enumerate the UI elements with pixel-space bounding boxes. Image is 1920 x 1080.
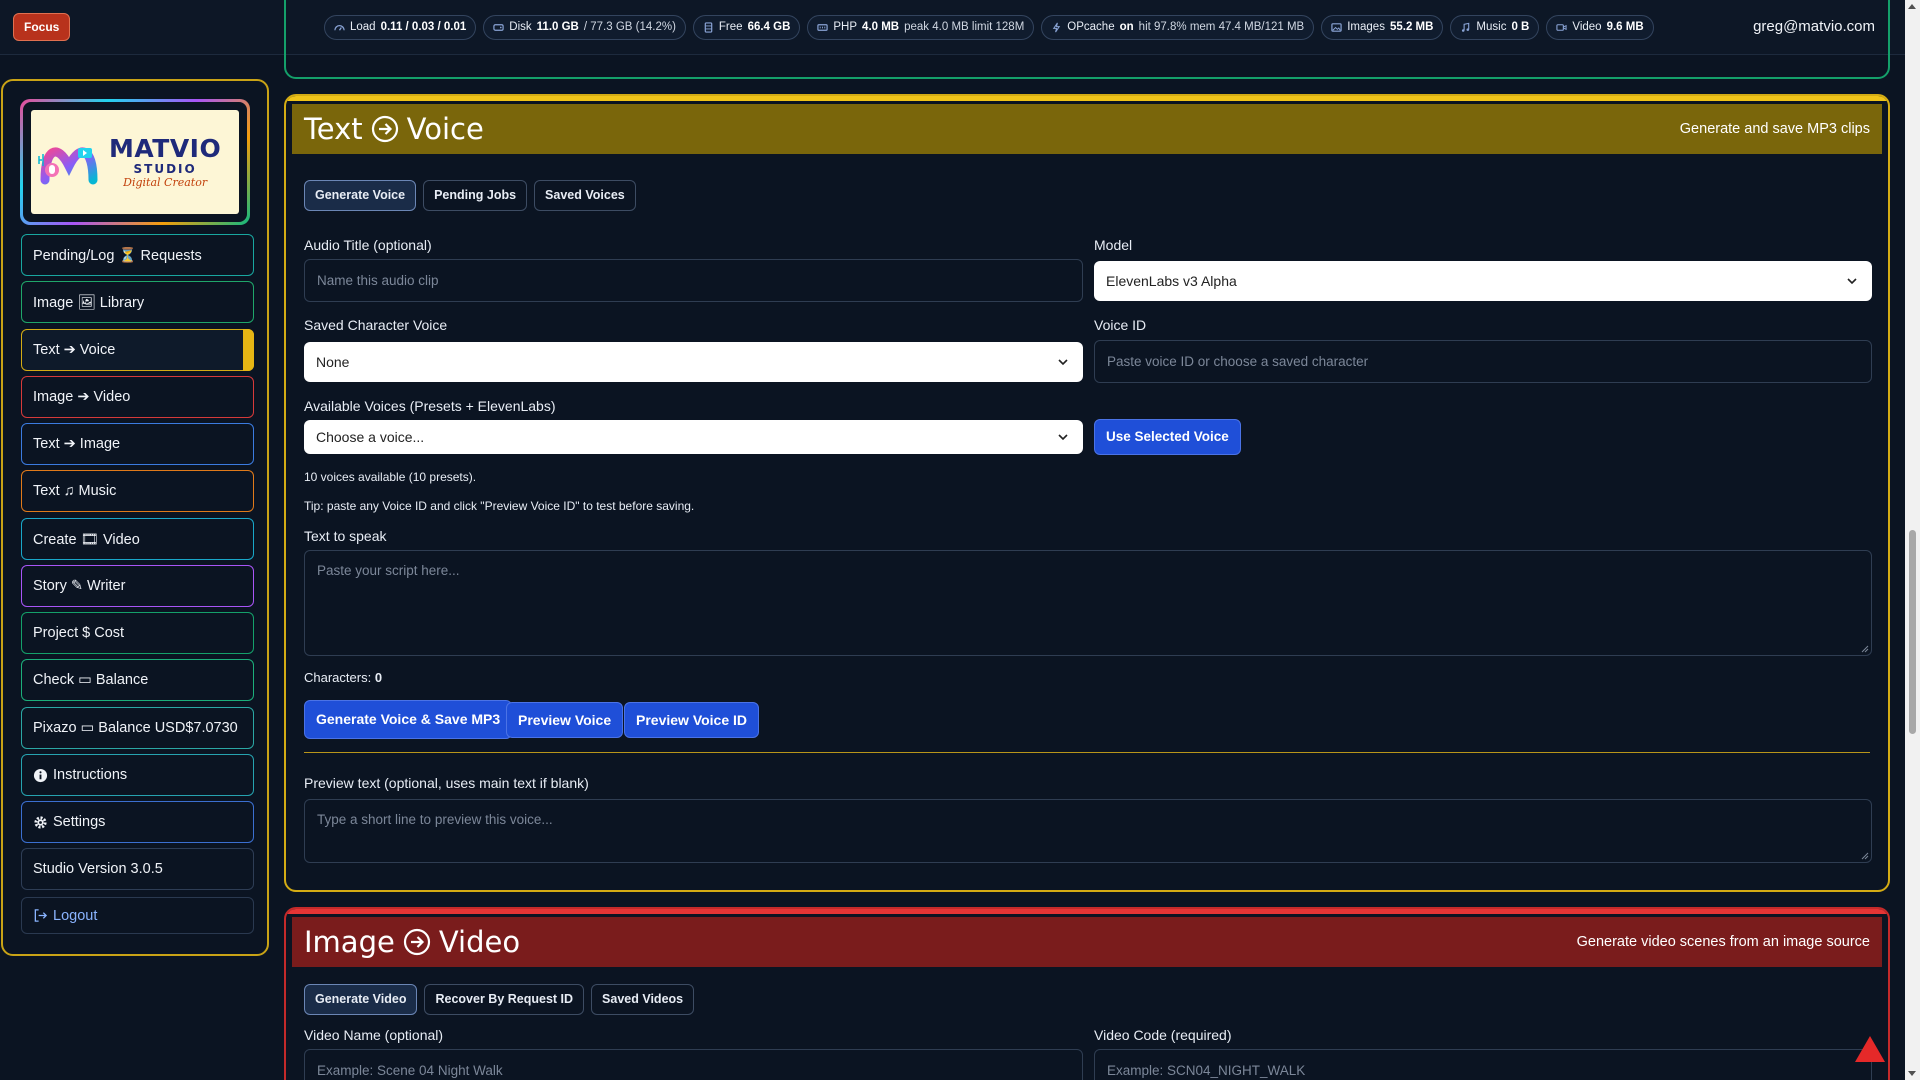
saved-character-select[interactable]: None [304,342,1083,382]
focus-button[interactable]: Focus [13,13,71,41]
sidebar-item-label: Pending/Log ⏳ Requests [33,247,202,264]
characters-counter: Characters: 0 [304,670,383,685]
text-voice-tabs: Generate Voice Pending Jobs Saved Voices [304,180,636,211]
sidebar-item-pixazo-balance[interactable]: Pixazo ▭ Balance USD$7.0730 [21,707,254,749]
text-to-speak-input[interactable]: Paste your script here... [304,550,1872,656]
page-scrollbar[interactable] [1905,0,1920,1080]
studio-logo[interactable]: MATVIO STUDIO Digital Creator [20,99,250,225]
logout-icon [34,909,48,922]
preview-text-label: Preview text (optional, uses main text i… [304,775,589,791]
logo-tagline: Digital Creator [123,175,208,189]
sidebar-item-label: Text ➔ Image [33,436,121,452]
image-video-header: Image Video Generate video scenes from a… [292,917,1882,967]
resize-handle-icon[interactable] [1861,645,1869,653]
studio-logo-mark [38,147,98,185]
sidebar-item-pending-log[interactable]: Pending/Log ⏳ Requests [21,234,254,276]
sidebar-item-label: Pixazo ▭ Balance USD$7.0730 [33,720,238,736]
text-to-speak-label: Text to speak [304,528,387,544]
image-video-tabs: Generate Video Recover By Request ID Sav… [304,984,695,1015]
sidebar-item-image-video[interactable]: Image ➔ Video [21,376,254,418]
tab-recover-by-request-id[interactable]: Recover By Request ID [424,984,585,1015]
sidebar-item-label: Studio Version 3.0.5 [33,861,163,877]
sidebar-item-text-music[interactable]: Text ♫ Music [21,470,254,512]
gear-icon [34,815,47,829]
sidebar-item-label: Settings [53,814,106,830]
tab-saved-videos[interactable]: Saved Videos [591,984,695,1015]
video-name-label: Video Name (optional) [304,1027,444,1043]
sidebar-item-label: Instructions [53,767,128,783]
logo-subtitle: STUDIO [133,161,197,176]
sidebar-item-label: Text ♫ Music [33,483,117,499]
model-label: Model [1094,237,1133,253]
chevron-down-icon [1058,359,1068,366]
scroll-up-icon[interactable] [1908,4,1916,9]
video-code-label: Video Code (required) [1094,1027,1232,1043]
panel-subtitle: Generate and save MP3 clips [1679,121,1870,137]
sidebar-item-story-writer[interactable]: Story ✎ Writer [21,565,254,607]
use-selected-voice-button[interactable]: Use Selected Voice [1094,419,1241,455]
sidebar-item-check-balance[interactable]: Check ▭ Balance [21,659,254,701]
model-select[interactable]: ElevenLabs v3 Alpha [1094,261,1872,301]
sidebar-item-label: Check ▭ Balance [33,672,149,688]
arrow-right-circle-icon [403,928,430,956]
sidebar-item-logout[interactable]: Logout [21,897,254,934]
audio-title-label: Audio Title (optional) [304,237,432,253]
available-voices-select[interactable]: Choose a voice... [304,420,1083,454]
sidebar-item-create-video[interactable]: Create 🎞 Video [21,518,254,560]
voice-id-tip: Tip: paste any Voice ID and click "Previ… [304,499,695,513]
text-voice-header: Text Voice Generate and save MP3 clips [292,104,1882,154]
tab-saved-voices[interactable]: Saved Voices [534,180,636,211]
arrow-right-circle-icon [371,115,398,143]
tab-generate-voice[interactable]: Generate Voice [304,180,417,211]
sidebar-item-instructions[interactable]: Instructions [21,754,254,796]
sidebar-item-studio-version[interactable]: Studio Version 3.0.5 [21,848,254,890]
available-voices-label: Available Voices (Presets + ElevenLabs) [304,398,556,414]
panel-title: Image Video [304,925,521,959]
scroll-to-top-icon[interactable] [1855,1036,1885,1062]
image-video-panel: Image Video Generate video scenes from a… [284,907,1890,1080]
sidebar-item-label: Create 🎞 Video [33,531,140,548]
sidebar-item-label: Text ➔ Voice [33,342,116,358]
generate-voice-button[interactable]: Generate Voice & Save MP3 [304,700,513,739]
sidebar-item-label: Logout [53,907,98,924]
voice-id-label: Voice ID [1094,317,1147,333]
sidebar-item-label: Image ➔ Video [33,389,131,405]
scrollbar-thumb[interactable] [1909,530,1916,734]
voices-count: 10 voices available (10 presets). [304,470,477,484]
preview-voice-button[interactable]: Preview Voice [506,702,624,738]
sidebar-item-label: Story ✎ Writer [33,578,126,594]
previous-panel-edge [284,0,1890,79]
audio-title-input[interactable]: Name this audio clip [304,259,1083,302]
video-name-input[interactable]: Example: Scene 04 Night Walk [304,1049,1083,1080]
sidebar-item-label: Image 🖼 Library [33,294,145,311]
sidebar: MATVIO STUDIO Digital Creator Pending/Lo… [1,79,269,956]
panel-subtitle: Generate video scenes from an image sour… [1576,934,1870,950]
sidebar-item-image-library[interactable]: Image 🖼 Library [21,281,254,323]
tab-generate-video[interactable]: Generate Video [304,984,418,1015]
voice-id-input[interactable]: Paste voice ID or choose a saved charact… [1094,340,1872,383]
sidebar-item-label: Project $ Cost [33,625,125,641]
scroll-down-icon[interactable] [1908,1071,1916,1076]
chevron-down-icon [1847,278,1857,285]
info-icon [33,768,48,782]
panel-title: Text Voice [304,112,484,146]
chevron-down-icon [1058,434,1068,441]
resize-handle-icon[interactable] [1861,852,1869,860]
saved-character-label: Saved Character Voice [304,317,448,333]
tab-pending-jobs[interactable]: Pending Jobs [423,180,528,211]
sidebar-item-project-cost[interactable]: Project $ Cost [21,612,254,654]
video-code-input[interactable]: Example: SCN04_NIGHT_WALK [1094,1049,1872,1080]
sidebar-item-text-voice[interactable]: Text ➔ Voice [21,329,254,371]
sidebar-item-settings[interactable]: Settings [21,801,254,843]
preview-voice-id-button[interactable]: Preview Voice ID [624,702,760,738]
logo-title: MATVIO [109,133,222,163]
preview-text-input[interactable]: Type a short line to preview this voice.… [304,799,1872,863]
sidebar-item-text-image[interactable]: Text ➔ Image [21,423,254,465]
section-divider [304,752,1870,753]
text-voice-panel: Text Voice Generate and save MP3 clips G… [284,94,1890,892]
